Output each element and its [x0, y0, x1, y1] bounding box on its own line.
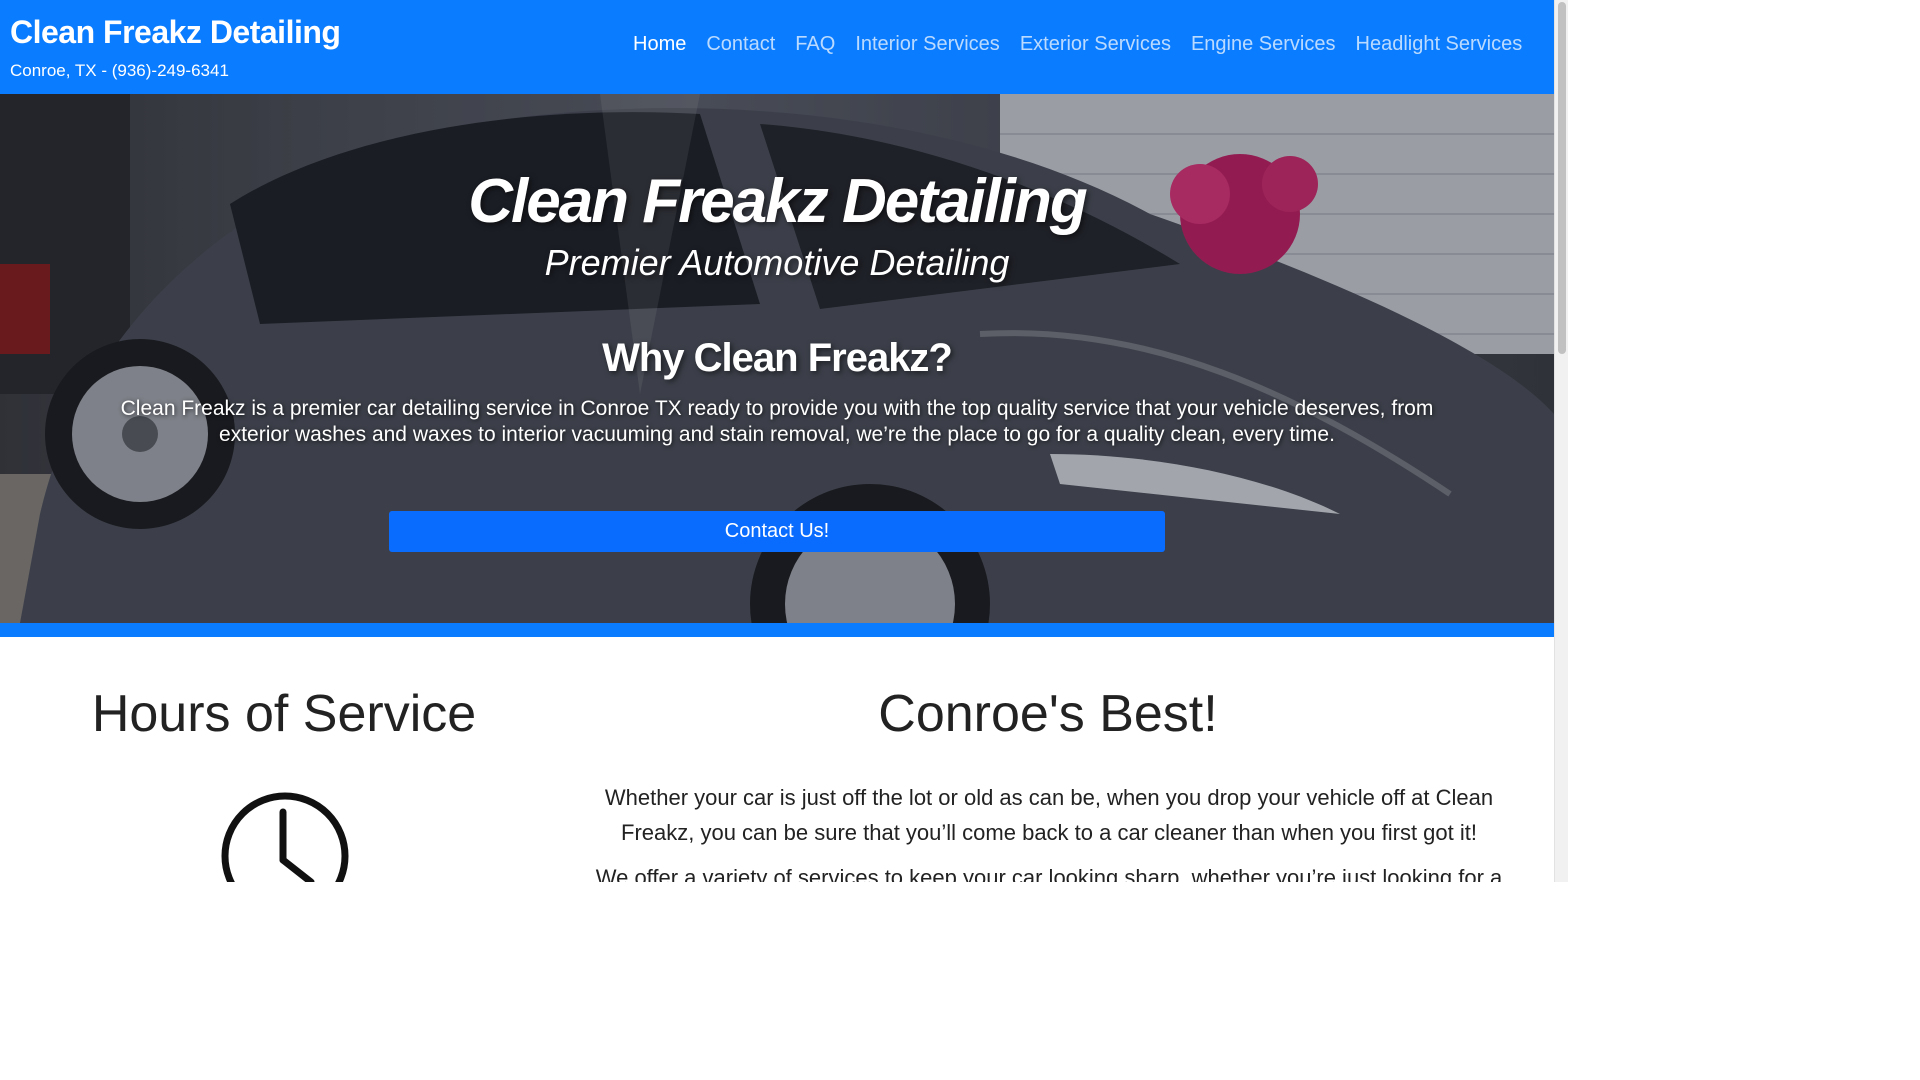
nav-item-interior-services[interactable]: Interior Services [845, 33, 1010, 56]
hero-subtitle: Premier Automotive Detailing [544, 242, 1010, 283]
nav-item-engine-services[interactable]: Engine Services [1181, 33, 1346, 56]
conroes-best-paragraph-1: Whether your car is just off the lot or … [604, 785, 1494, 845]
nav-item-headlight-services[interactable]: Headlight Services [1346, 33, 1533, 56]
hero-title: Clean Freakz Detailing [468, 167, 1088, 236]
brand-title[interactable]: Clean Freakz Detailing [10, 14, 341, 51]
hero-banner: Clean Freakz Detailing Premier Automotiv… [0, 94, 1554, 623]
nav-item-faq[interactable]: FAQ [785, 33, 845, 56]
clock-icon [221, 792, 349, 882]
main-nav: Home Contact FAQ Interior Services Exter… [623, 33, 1532, 56]
hero-description: Clean Freakz is a premier car detailing … [120, 397, 1434, 446]
page-scrollbar[interactable] [1554, 0, 1568, 882]
nav-item-contact[interactable]: Contact [696, 33, 785, 56]
hero-bottom-stripe [0, 623, 1554, 637]
hours-of-service-title: Hours of Service [91, 685, 477, 743]
conroes-best-title: Conroe's Best! [878, 685, 1218, 743]
brand-contact-line: Conroe, TX - (936)-249-6341 [10, 61, 229, 80]
site-header: Clean Freakz Detailing Conroe, TX - (936… [0, 0, 1554, 94]
nav-item-home[interactable]: Home [623, 33, 696, 56]
page: Clean Freakz Detailing Conroe, TX - (936… [0, 0, 1568, 882]
contact-us-button[interactable]: Contact Us! [389, 511, 1165, 552]
scrollbar-thumb[interactable] [1558, 2, 1566, 354]
conroes-best-paragraph-2: We offer a variety of services to keep y… [595, 865, 1503, 882]
nav-item-exterior-services[interactable]: Exterior Services [1010, 33, 1181, 56]
hero-why-heading: Why Clean Freakz? [602, 336, 953, 380]
